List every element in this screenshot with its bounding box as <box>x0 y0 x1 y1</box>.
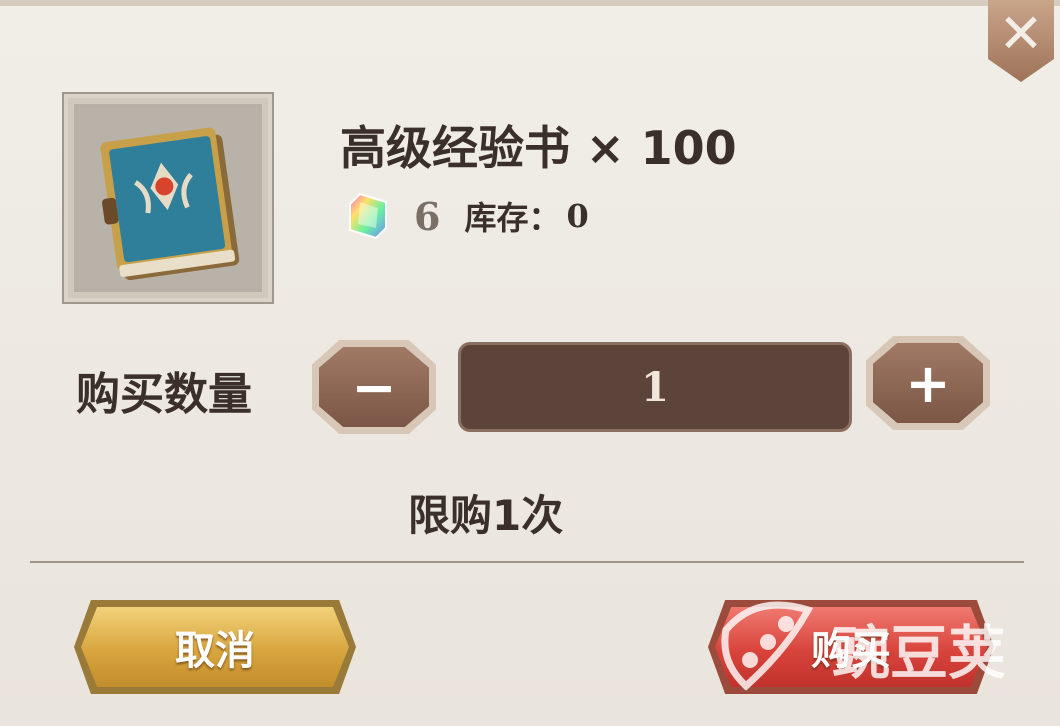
divider <box>30 561 1024 563</box>
item-title: 高级经验书 × 100 <box>340 121 737 175</box>
rainbow-gem-icon <box>349 192 387 240</box>
price-value: 6 <box>414 193 441 239</box>
buy-button-label: 购买 <box>715 607 987 687</box>
item-icon-frame <box>64 94 272 302</box>
purchase-dialog: ✕ 高级经验书 × 100 6 库存： 0 购买数量 − 1 + 限购1次 取消… <box>0 0 1060 726</box>
minus-icon: − <box>319 347 429 427</box>
price-row: 6 库存： 0 <box>346 190 589 242</box>
exp-book-icon <box>78 108 258 288</box>
cancel-button[interactable]: 取消 <box>74 600 356 694</box>
close-icon: ✕ <box>998 1 1044 65</box>
cancel-button-label: 取消 <box>81 607 349 687</box>
quantity-field[interactable]: 1 <box>458 342 852 432</box>
quantity-label: 购买数量 <box>76 369 252 420</box>
stock-label: 库存： <box>464 199 561 237</box>
close-button[interactable]: ✕ <box>988 0 1054 82</box>
stock-value: 0 <box>566 197 589 235</box>
decrease-quantity-button[interactable]: − <box>312 340 436 434</box>
plus-icon: + <box>873 343 983 423</box>
purchase-limit-text: 限购1次 <box>408 491 564 540</box>
buy-button[interactable]: 购买 <box>708 600 994 694</box>
increase-quantity-button[interactable]: + <box>866 336 990 430</box>
